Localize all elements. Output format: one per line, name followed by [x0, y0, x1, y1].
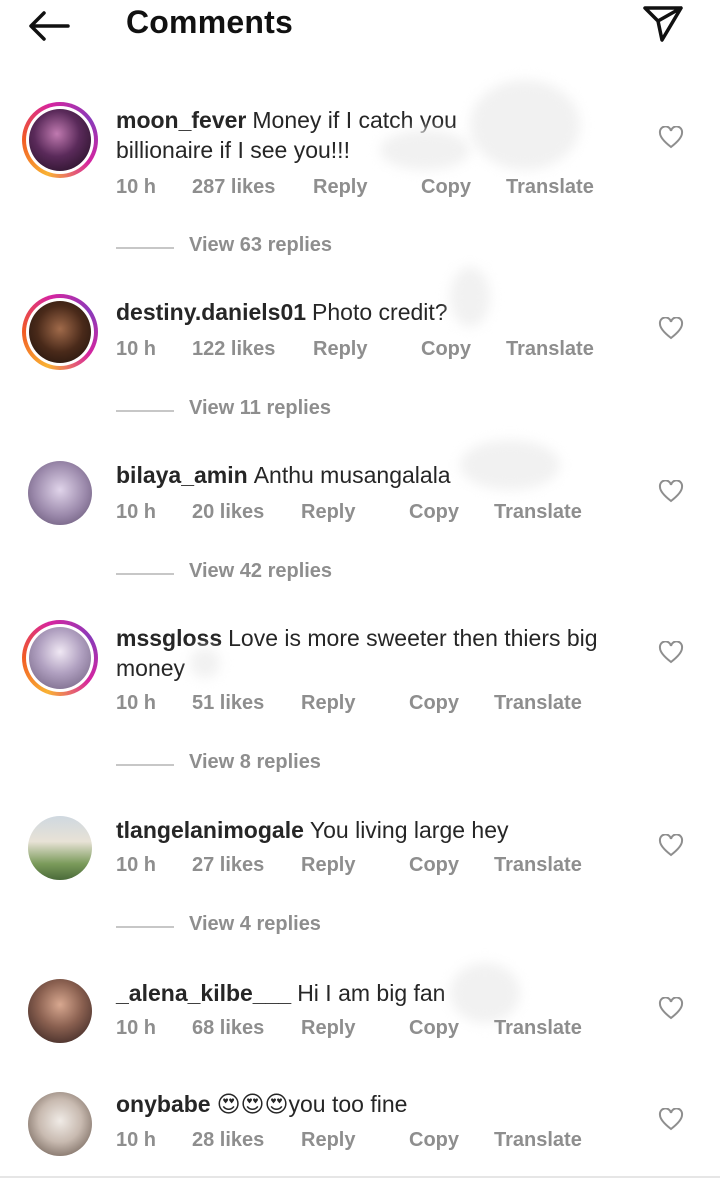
comment-username[interactable]: _alena_kilbe___ — [116, 980, 291, 1006]
comment-username[interactable]: tlangelanimogale — [116, 817, 304, 843]
copy-button[interactable]: Copy — [409, 1129, 459, 1152]
translate-button[interactable]: Translate — [494, 1129, 582, 1152]
avatar[interactable] — [22, 620, 98, 696]
comment-likes[interactable]: 68 likes — [192, 1017, 264, 1040]
translate-button[interactable]: Translate — [494, 854, 582, 877]
reply-button[interactable]: Reply — [301, 854, 355, 877]
comment-username[interactable]: onybabe — [116, 1091, 211, 1117]
avatar[interactable] — [28, 1092, 92, 1156]
reply-button[interactable]: Reply — [301, 1129, 355, 1152]
paper-plane-icon[interactable] — [640, 2, 686, 44]
heart-icon[interactable] — [658, 641, 684, 665]
page-title: Comments — [126, 4, 293, 40]
comment-likes[interactable]: 27 likes — [192, 854, 264, 877]
avatar[interactable] — [22, 294, 98, 370]
comment-text-block: tlangelanimogale You living large hey — [116, 815, 636, 845]
avatar[interactable] — [22, 102, 98, 178]
comment-likes[interactable]: 122 likes — [192, 338, 275, 361]
copy-button[interactable]: Copy — [409, 501, 459, 524]
comment-username[interactable]: destiny.daniels01 — [116, 299, 306, 325]
comment-text: Anthu musangalala — [253, 462, 451, 488]
heart-icon[interactable] — [658, 480, 684, 504]
comment-text: 😍😍😍you too fine — [216, 1091, 408, 1117]
translate-button[interactable]: Translate — [506, 176, 594, 199]
comment-time: 10 h — [116, 338, 157, 360]
comment-time: 10 h — [116, 692, 157, 714]
avatar[interactable] — [28, 461, 92, 525]
comment-text: Photo credit? — [312, 299, 448, 325]
heart-icon[interactable] — [658, 997, 684, 1021]
reply-button[interactable]: Reply — [301, 501, 355, 524]
comment-text: You living large hey — [309, 817, 509, 843]
comment-time: 10 h — [116, 1017, 157, 1039]
avatar[interactable] — [28, 979, 92, 1043]
bottom-divider — [0, 1176, 720, 1178]
comment-likes[interactable]: 51 likes — [192, 692, 264, 715]
translate-button[interactable]: Translate — [494, 501, 582, 524]
copy-button[interactable]: Copy — [421, 338, 471, 361]
translate-button[interactable]: Translate — [506, 338, 594, 361]
comment-username[interactable]: moon_fever — [116, 107, 246, 133]
comment-text: Hi I am big fan — [297, 980, 446, 1006]
comment-time: 10 h — [116, 854, 157, 876]
reply-button[interactable]: Reply — [301, 692, 355, 715]
comment-likes[interactable]: 28 likes — [192, 1129, 264, 1152]
comment-text-block: destiny.daniels01 Photo credit? — [116, 297, 636, 327]
heart-icon[interactable] — [658, 1108, 684, 1132]
top-bar: Comments — [0, 0, 720, 60]
heart-icon[interactable] — [658, 126, 684, 150]
comment-likes[interactable]: 20 likes — [192, 501, 264, 524]
heart-icon[interactable] — [658, 834, 684, 858]
copy-button[interactable]: Copy — [409, 692, 459, 715]
heart-icon[interactable] — [658, 317, 684, 341]
reply-button[interactable]: Reply — [313, 338, 367, 361]
translate-button[interactable]: Translate — [494, 1017, 582, 1040]
translate-button[interactable]: Translate — [494, 692, 582, 715]
reply-button[interactable]: Reply — [313, 176, 367, 199]
copy-button[interactable]: Copy — [409, 854, 459, 877]
copy-button[interactable]: Copy — [409, 1017, 459, 1040]
comment-likes[interactable]: 287 likes — [192, 176, 275, 199]
comment-time: 10 h — [116, 176, 157, 198]
arrow-left-icon[interactable] — [26, 8, 72, 44]
comment-time: 10 h — [116, 501, 157, 523]
comment-time: 10 h — [116, 1129, 157, 1151]
avatar[interactable] — [28, 816, 92, 880]
copy-button[interactable]: Copy — [421, 176, 471, 199]
comment-text-block: _alena_kilbe___ Hi I am big fan — [116, 978, 636, 1008]
reply-button[interactable]: Reply — [301, 1017, 355, 1040]
comment-username[interactable]: bilaya_amin — [116, 462, 248, 488]
comment-text-block: onybabe 😍😍😍you too fine — [116, 1089, 636, 1119]
